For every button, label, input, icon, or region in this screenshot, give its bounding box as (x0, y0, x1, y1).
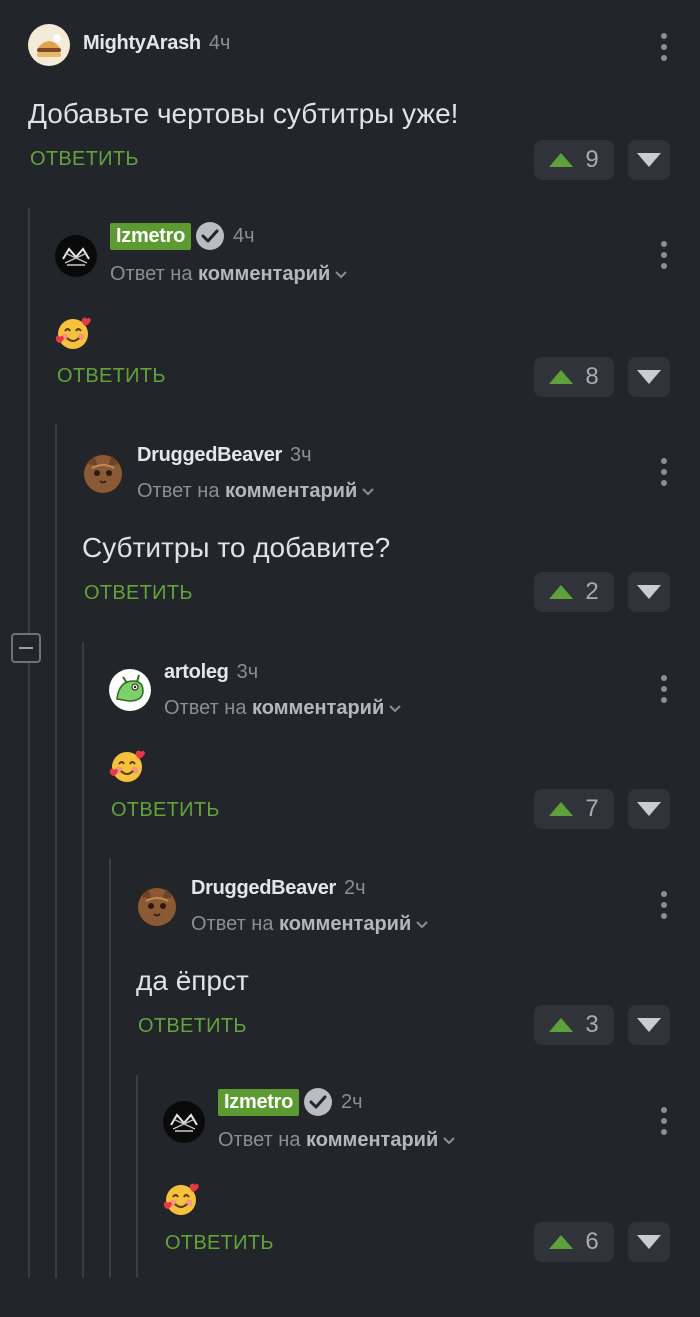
downvote-icon (637, 802, 661, 816)
reply-to-link[interactable]: Ответ на комментарий (110, 263, 348, 286)
downvote-icon (637, 1235, 661, 1249)
chevron-down-icon (442, 1134, 456, 1148)
username[interactable]: DruggedBeaver (191, 877, 336, 900)
downvote-button[interactable] (628, 572, 670, 612)
timestamp: 2ч (344, 877, 366, 899)
comment-text: Субтитры то добавите? (82, 532, 391, 563)
more-options-icon[interactable] (661, 891, 667, 919)
verified-icon (303, 1087, 333, 1117)
thread-line (28, 208, 30, 1278)
collapse-thread-button[interactable] (11, 633, 41, 663)
more-options-icon[interactable] (661, 1107, 667, 1135)
burger-avatar[interactable] (28, 24, 70, 66)
reply-to-link[interactable]: Ответ на комментарий (164, 697, 402, 720)
username[interactable]: DruggedBeaver (137, 444, 282, 467)
cat-avatar[interactable] (136, 885, 178, 927)
thread-line (136, 1075, 138, 1278)
reply-to-link[interactable]: Ответ на комментарий (137, 480, 375, 503)
downvote-icon (637, 585, 661, 599)
reply-button[interactable]: ОТВЕТИТЬ (84, 582, 193, 605)
upvote-button[interactable]: 8 (534, 357, 614, 397)
reply-button[interactable]: ОТВЕТИТЬ (165, 1232, 274, 1255)
downvote-button[interactable] (628, 1005, 670, 1045)
upvote-button[interactable]: 2 (534, 572, 614, 612)
comment: artoleg 3ч Ответ на комментарий ОТВЕТИТЬ… (109, 661, 700, 885)
upvote-button[interactable]: 7 (534, 789, 614, 829)
cat-avatar[interactable] (82, 452, 124, 494)
verified-icon (195, 221, 225, 251)
reply-button[interactable]: ОТВЕТИТЬ (138, 1015, 247, 1038)
thread-line (109, 858, 111, 1278)
downvote-button[interactable] (628, 789, 670, 829)
comment: DruggedBeaver 3ч Ответ на комментарий Су… (82, 444, 700, 668)
smiling-face-with-hearts-icon (163, 1181, 199, 1217)
upvote-icon (549, 1018, 574, 1032)
chevron-down-icon (361, 485, 375, 499)
downvote-button[interactable] (628, 140, 670, 180)
username-badge[interactable]: Izmetro (218, 1088, 300, 1116)
upvote-icon (549, 585, 574, 599)
green-creature-avatar[interactable] (109, 669, 151, 711)
upvote-button[interactable]: 3 (534, 1005, 614, 1045)
chevron-down-icon (388, 702, 402, 716)
timestamp: 4ч (233, 224, 255, 247)
comment: Izmetro 4ч Ответ на комментарий ОТВЕТИТЬ… (55, 235, 700, 451)
comment-text: да ёпрст (136, 965, 249, 996)
more-options-icon[interactable] (661, 458, 667, 486)
comment: DruggedBeaver 2ч Ответ на комментарий да… (136, 877, 700, 1101)
timestamp: 2ч (341, 1090, 363, 1113)
downvote-button[interactable] (628, 1222, 670, 1262)
upvote-icon (549, 370, 574, 384)
upvote-button[interactable]: 9 (534, 140, 614, 180)
vote-count: 9 (585, 146, 599, 173)
username[interactable]: MightyArash (83, 32, 201, 55)
more-options-icon[interactable] (661, 33, 667, 61)
downvote-button[interactable] (628, 357, 670, 397)
downvote-icon (637, 1018, 661, 1032)
vote-count: 3 (585, 1011, 599, 1038)
vote-count: 7 (585, 795, 599, 822)
upvote-icon (549, 153, 574, 167)
thread-line (82, 642, 84, 1278)
reply-button[interactable]: ОТВЕТИТЬ (57, 365, 166, 388)
vote-count: 8 (585, 363, 599, 390)
upvote-button[interactable]: 6 (534, 1222, 614, 1262)
comment-text: Добавьте чертовы субтитры уже! (28, 98, 459, 129)
downvote-icon (637, 370, 661, 384)
upvote-icon (549, 802, 574, 816)
chevron-down-icon (415, 918, 429, 932)
vote-count: 6 (585, 1228, 599, 1255)
chevron-down-icon (334, 268, 348, 282)
metro-logo-avatar[interactable] (163, 1101, 205, 1143)
smiling-face-with-hearts-icon (55, 315, 91, 351)
reply-button[interactable]: ОТВЕТИТЬ (111, 799, 220, 822)
smiling-face-with-hearts-icon (109, 748, 145, 784)
vote-count: 2 (585, 578, 599, 605)
thread-line (55, 424, 57, 1278)
timestamp: 3ч (290, 444, 312, 466)
username-badge[interactable]: Izmetro (110, 222, 192, 250)
comment: MightyArash 4ч Добавьте чертовы субтитры… (28, 24, 700, 240)
username[interactable]: artoleg (164, 661, 229, 684)
downvote-icon (637, 153, 661, 167)
metro-logo-avatar[interactable] (55, 235, 97, 277)
reply-to-link[interactable]: Ответ на комментарий (218, 1129, 456, 1152)
timestamp: 3ч (236, 661, 259, 683)
comment: Izmetro 2ч Ответ на комментарий ОТВЕТИТЬ… (163, 1101, 700, 1317)
more-options-icon[interactable] (661, 675, 667, 703)
reply-to-link[interactable]: Ответ на комментарий (191, 913, 429, 936)
more-options-icon[interactable] (661, 241, 667, 269)
timestamp: 4ч (208, 32, 231, 54)
upvote-icon (549, 1235, 574, 1249)
reply-button[interactable]: ОТВЕТИТЬ (30, 148, 139, 171)
